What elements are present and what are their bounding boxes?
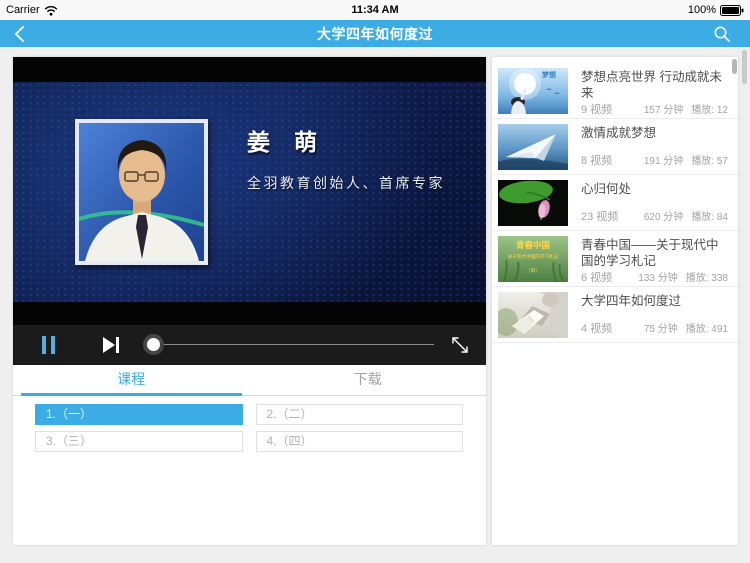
course-list: 梦想 梦想点亮世界 行动成就未来 9 视频 157 分钟 播放: 12 激情成就… <box>492 57 738 545</box>
video-thumbnail-green-grass-cover: 青春中国 关于现代中国的学习札记 （四） <box>498 236 568 282</box>
item-plays: 播放: 338 <box>685 273 728 284</box>
tab-downloads[interactable]: 下载 <box>250 365 487 395</box>
item-duration: 133 分钟 <box>638 273 678 284</box>
list-item-youth-china[interactable]: 青春中国 关于现代中国的学习札记 （四） 青春中国——关于现代中国的学习札记 6… <box>492 231 738 287</box>
video-thumbnail-child-reaching-sky: 梦想 <box>498 68 568 114</box>
seek-handle[interactable] <box>143 334 164 355</box>
tab-courses[interactable]: 课程 <box>13 365 250 396</box>
item-plays: 播放: 84 <box>691 212 728 223</box>
carrier-label: Carrier <box>6 4 40 16</box>
search-icon[interactable] <box>712 24 732 44</box>
item-duration: 75 分钟 <box>643 324 678 335</box>
player-panel: 姜 萌 全羽教育创始人、首席专家 课程 下载 1.（一） 2.（二） 3.（三）… <box>13 57 486 545</box>
item-plays: 播放: 12 <box>691 105 728 116</box>
speaker-portrait <box>78 123 205 261</box>
tab-bar: 课程 下载 <box>13 365 486 396</box>
course-list-panel: 梦想 梦想点亮世界 行动成就未来 9 视频 157 分钟 播放: 12 激情成就… <box>492 57 738 545</box>
list-item-dream-lights-world[interactable]: 梦想 梦想点亮世界 行动成就未来 9 视频 157 分钟 播放: 12 <box>492 63 738 119</box>
item-duration: 191 分钟 <box>643 156 684 167</box>
battery-percent: 100% <box>687 4 716 16</box>
video-thumbnail-paper-plane-sky <box>498 124 568 170</box>
speaker-photo <box>75 119 208 265</box>
item-plays: 播放: 491 <box>685 324 728 335</box>
video-slide-background: 姜 萌 全羽教育创始人、首席专家 <box>13 82 486 302</box>
lesson-button-2[interactable]: 2.（二） <box>255 404 463 425</box>
item-title: 激情成就梦想 <box>581 126 657 140</box>
item-title: 大学四年如何度过 <box>581 294 682 308</box>
item-video-count: 6 视频 <box>581 272 613 284</box>
lesson-grid: 1.（一） 2.（二） 3.（三） 4.（四） <box>35 404 463 452</box>
item-duration: 157 分钟 <box>643 105 684 116</box>
next-track-button[interactable] <box>103 337 120 353</box>
list-scrollbar[interactable] <box>732 59 737 74</box>
player-controls <box>13 325 486 365</box>
item-video-count: 4 视频 <box>581 323 613 335</box>
svg-text:梦想: 梦想 <box>542 70 556 79</box>
status-bar: Carrier 11:34 AM 100% <box>0 0 750 20</box>
list-item-passion-dream[interactable]: 激情成就梦想 8 视频 191 分钟 播放: 57 <box>492 119 738 175</box>
video-thumbnail-lotus-flower <box>498 180 568 226</box>
back-chevron-icon[interactable] <box>11 24 31 44</box>
item-title: 心归何处 <box>581 182 632 196</box>
list-item-where-heart-belongs[interactable]: 心归何处 23 视频 620 分钟 播放: 84 <box>492 175 738 231</box>
wifi-icon <box>44 5 57 16</box>
lesson-button-1[interactable]: 1.（一） <box>35 404 243 425</box>
clock: 11:34 AM <box>351 4 399 16</box>
item-title: 青春中国——关于现代中国的学习札记 <box>581 238 719 268</box>
list-item-four-years-college[interactable]: 大学四年如何度过 4 视频 75 分钟 播放: 491 <box>492 287 738 343</box>
speaker-role: 全羽教育创始人、首席专家 <box>247 176 445 192</box>
svg-text:青春中国: 青春中国 <box>516 240 550 250</box>
speaker-name: 姜 萌 <box>247 129 326 156</box>
svg-text:关于现代中国的学习札记: 关于现代中国的学习札记 <box>508 253 559 260</box>
fullscreen-icon[interactable] <box>449 334 471 356</box>
lesson-button-4[interactable]: 4.（四） <box>255 431 463 452</box>
speaker-caption: 姜 萌 全羽教育创始人、首席专家 <box>247 123 445 193</box>
lesson-button-3[interactable]: 3.（三） <box>35 431 243 452</box>
pause-button[interactable] <box>42 336 55 354</box>
seek-track[interactable] <box>144 344 434 345</box>
page-scrollbar[interactable] <box>742 50 747 84</box>
item-video-count: 9 视频 <box>581 104 613 116</box>
video-frame[interactable]: 姜 萌 全羽教育创始人、首席专家 <box>13 57 486 325</box>
battery-icon <box>720 4 744 16</box>
item-duration: 620 分钟 <box>643 212 684 223</box>
item-video-count: 23 视频 <box>581 211 619 223</box>
video-thumbnail-person-reading-book <box>498 292 568 338</box>
item-video-count: 8 视频 <box>581 155 613 167</box>
page-title: 大学四年如何度过 <box>317 25 433 42</box>
nav-bar: 大学四年如何度过 <box>0 20 750 47</box>
svg-text:（四）: （四） <box>526 268 540 273</box>
item-plays: 播放: 57 <box>691 156 728 167</box>
item-title: 梦想点亮世界 行动成就未来 <box>581 70 722 100</box>
